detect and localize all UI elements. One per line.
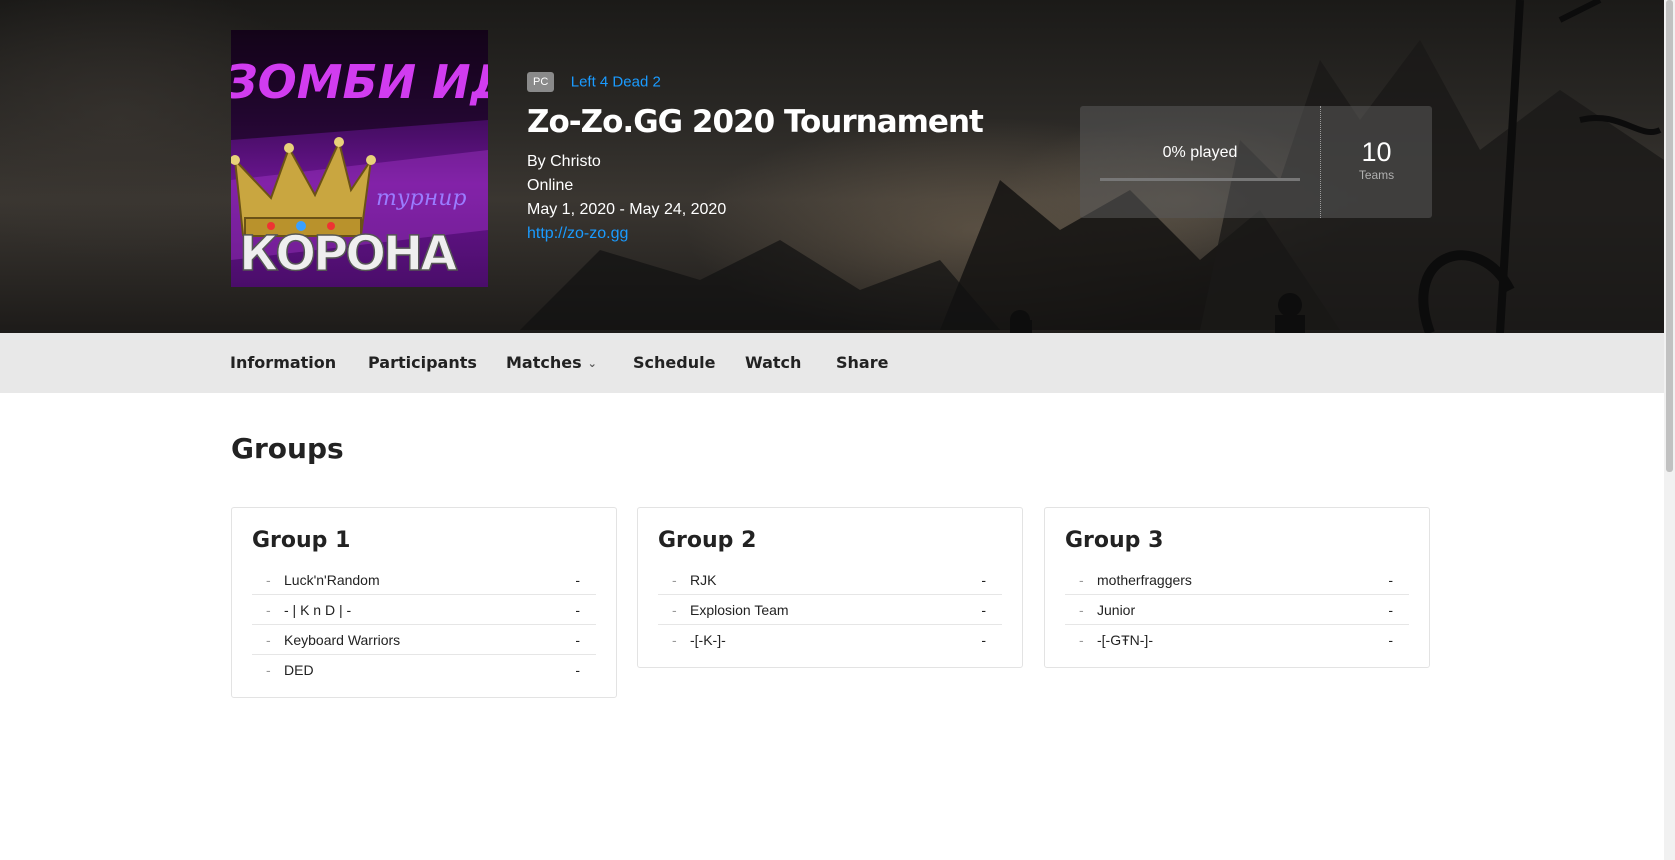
team-score: - xyxy=(575,572,580,588)
cover-top-text: ЗОМБИ ИДУ xyxy=(231,55,488,109)
nav-information[interactable]: Information xyxy=(230,333,336,393)
team-name: Junior xyxy=(1097,602,1136,618)
teams-count: 10 xyxy=(1361,137,1392,167)
team-name: - | K n D | - xyxy=(284,602,352,618)
tournament-stats: 0% played 10 Teams xyxy=(1080,106,1432,218)
team-row[interactable]: - motherfraggers - xyxy=(1065,565,1409,595)
page-scrollbar[interactable] xyxy=(1664,0,1675,860)
organizer-text: By Christo xyxy=(527,153,601,170)
nav-participants-label: Participants xyxy=(368,353,477,372)
team-name: -[-GŦN-]- xyxy=(1097,632,1153,648)
team-row[interactable]: - -[-GŦN-]- - xyxy=(1065,625,1409,655)
team-row[interactable]: - Luck'n'Random - xyxy=(252,565,596,595)
nav-schedule[interactable]: Schedule xyxy=(633,333,715,393)
group-title: Group 3 xyxy=(1065,528,1164,553)
section-title: Groups xyxy=(231,432,344,465)
team-row[interactable]: - DED - xyxy=(252,655,596,685)
team-row[interactable]: -- | K n D | -- xyxy=(252,595,596,625)
group-card: Group 1 - Luck'n'Random - -- | K n D | -- … xyxy=(231,507,617,698)
team-name: Explosion Team xyxy=(690,602,789,618)
scrollbar-thumb[interactable] xyxy=(1666,0,1673,472)
dates-text: May 1, 2020 - May 24, 2020 xyxy=(527,201,727,218)
team-score: - xyxy=(981,572,986,588)
game-link[interactable]: Left 4 Dead 2 xyxy=(571,74,661,91)
tournament-info: PC Left 4 Dead 2 Zo-Zo.GG 2020 Tournamen… xyxy=(527,72,984,246)
team-name: DED xyxy=(284,662,314,678)
nav-schedule-label: Schedule xyxy=(633,353,716,372)
team-score: - xyxy=(1388,632,1393,648)
played-stat: 0% played xyxy=(1080,106,1320,218)
team-name: -[-K-]- xyxy=(690,632,726,648)
group-title: Group 1 xyxy=(252,528,351,553)
nav-watch[interactable]: Watch xyxy=(745,333,801,393)
website-link[interactable]: http://zo-zo.gg xyxy=(527,222,983,246)
team-row[interactable]: - Explosion Team - xyxy=(658,595,1002,625)
team-row[interactable]: - Keyboard Warriors - xyxy=(252,625,596,655)
team-score: - xyxy=(1388,572,1393,588)
platform-badge: PC xyxy=(527,72,555,92)
nav-matches-label: Matches xyxy=(506,353,582,372)
nav-watch-label: Watch xyxy=(745,353,802,372)
team-name: Luck'n'Random xyxy=(284,572,380,588)
cover-script-text: турнир xyxy=(376,186,466,211)
played-progress-bar xyxy=(1100,178,1300,181)
team-score: - xyxy=(981,632,986,648)
team-name: Keyboard Warriors xyxy=(284,632,401,648)
teams-stat: 10 Teams xyxy=(1321,106,1432,218)
group-card: Group 3 - motherfraggers - - Junior - - -[-GŦ… xyxy=(1044,507,1430,668)
team-row[interactable]: - Junior - xyxy=(1065,595,1409,625)
cover-main-text: КОРОНА xyxy=(239,226,457,282)
tournament-title: Zo-Zo.GG 2020 Tournament xyxy=(527,104,984,140)
nav-share-label: Share xyxy=(836,353,889,372)
nav-participants[interactable]: Participants xyxy=(368,333,477,393)
group-title: Group 2 xyxy=(658,528,757,553)
crown-icon xyxy=(231,137,376,237)
tournament-cover-image: ЗОМБИ ИДУ турнир КОРОНА xyxy=(231,30,488,287)
team-row[interactable]: - RJK - xyxy=(658,565,1002,595)
team-name: motherfraggers xyxy=(1097,572,1192,588)
group-card: Group 2 - RJK - - Explosion Team - - -[-K-]- - xyxy=(637,507,1023,668)
chevron-down-icon: ⌄ xyxy=(587,356,597,370)
team-score: - xyxy=(575,602,580,618)
nav-matches[interactable]: Matches ⌄ xyxy=(506,333,597,393)
location-text: Online xyxy=(527,177,574,194)
team-name: RJK xyxy=(690,572,717,588)
team-score: - xyxy=(575,632,580,648)
tournament-nav: Information Participants Matches ⌄ Schedu… xyxy=(0,333,1664,393)
team-score: - xyxy=(575,662,580,678)
played-label: 0% played xyxy=(1162,144,1238,161)
team-score: - xyxy=(981,602,986,618)
tournament-header: ЗОМБИ ИДУ турнир КОРОНА PC Left 4 Dead 2… xyxy=(0,0,1664,333)
team-row[interactable]: - -[-K-]- - xyxy=(658,625,1002,655)
team-score: - xyxy=(1388,602,1393,618)
nav-share[interactable]: Share xyxy=(836,333,888,393)
nav-information-label: Information xyxy=(230,353,337,372)
teams-label: Teams xyxy=(1358,168,1395,182)
